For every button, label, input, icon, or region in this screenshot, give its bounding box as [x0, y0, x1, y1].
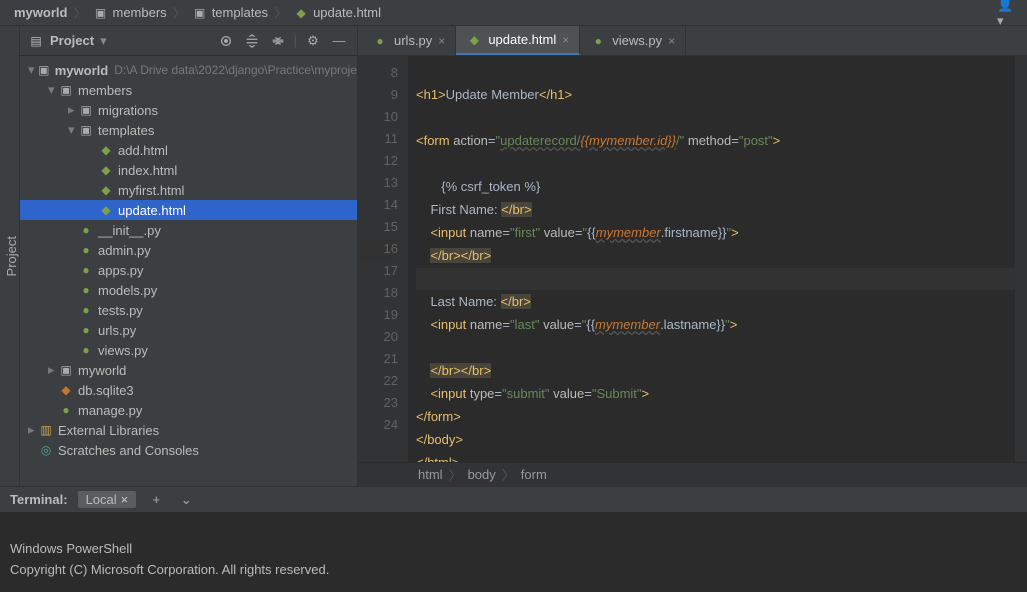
tree-members[interactable]: ▣members: [20, 80, 357, 100]
tree-templates[interactable]: ▣templates: [20, 120, 357, 140]
database-icon: ◆: [58, 383, 74, 397]
crumb-body[interactable]: body: [468, 467, 496, 482]
tree-file-add[interactable]: ◆add.html: [20, 140, 357, 160]
tab-project[interactable]: Project: [4, 236, 19, 276]
chevron-right-icon: 〉: [274, 3, 287, 22]
hide-panel-icon[interactable]: —: [329, 31, 349, 51]
toolwindow-bar: Project Structure: [0, 26, 20, 486]
tree-file-tests[interactable]: ●tests.py: [20, 300, 357, 320]
folder-icon: ▣: [58, 363, 74, 377]
html-icon: ◆: [98, 203, 114, 217]
python-icon: ●: [78, 343, 94, 357]
tree-file-apps[interactable]: ●apps.py: [20, 260, 357, 280]
folder-icon: ▣: [78, 123, 94, 137]
html-icon: ◆: [466, 33, 482, 47]
html-icon: ◆: [98, 183, 114, 197]
breadcrumb-templates[interactable]: ▣ templates: [188, 5, 272, 20]
tree-file-views[interactable]: ●views.py: [20, 340, 357, 360]
python-icon: ●: [78, 263, 94, 277]
select-open-file-icon[interactable]: [216, 31, 236, 51]
python-icon: ●: [78, 303, 94, 317]
tree-file-update[interactable]: ◆update.html: [20, 200, 357, 220]
html-icon: ◆: [98, 163, 114, 177]
project-tree[interactable]: ▣myworldD:\A Drive data\2022\django\Prac…: [20, 56, 357, 486]
project-panel-header: ▤ Project ▾ | ⚙ —: [20, 26, 357, 56]
dropdown-icon[interactable]: ⌄: [176, 490, 196, 510]
html-icon: ◆: [293, 6, 309, 20]
tree-file-admin[interactable]: ●admin.py: [20, 240, 357, 260]
python-icon: ●: [78, 243, 94, 257]
library-icon: ▥: [38, 423, 54, 437]
folder-icon: ▣: [192, 6, 208, 20]
breadcrumb-bar: myworld 〉 ▣ members 〉 ▣ templates 〉 ◆ up…: [0, 0, 1027, 26]
python-icon: ●: [58, 403, 74, 417]
tree-scratches[interactable]: ◎Scratches and Consoles: [20, 440, 357, 460]
gear-icon[interactable]: ⚙: [303, 31, 323, 51]
python-icon: ●: [372, 34, 388, 48]
user-icon[interactable]: 👤▾: [997, 3, 1017, 23]
terminal-output[interactable]: Windows PowerShell Copyright (C) Microso…: [0, 513, 1027, 592]
terminal-label: Terminal:: [10, 492, 68, 507]
breadcrumb-members[interactable]: ▣ members: [88, 5, 170, 20]
folder-icon: ▣: [92, 6, 108, 20]
close-icon[interactable]: ×: [438, 34, 445, 48]
breadcrumb-root[interactable]: myworld: [10, 5, 71, 20]
project-icon: ▤: [28, 34, 44, 48]
code-editor[interactable]: 89101112131415161718192021222324 <h1>Upd…: [358, 56, 1027, 462]
html-icon: ◆: [98, 143, 114, 157]
scratch-icon: ◎: [38, 443, 54, 457]
tree-file-urls[interactable]: ●urls.py: [20, 320, 357, 340]
expand-all-icon[interactable]: [242, 31, 262, 51]
tree-external-libs[interactable]: ▥External Libraries: [20, 420, 357, 440]
python-icon: ●: [78, 323, 94, 337]
tree-root[interactable]: ▣myworldD:\A Drive data\2022\django\Prac…: [20, 60, 357, 80]
folder-icon: ▣: [58, 83, 74, 97]
crumb-form[interactable]: form: [521, 467, 547, 482]
code-content[interactable]: <h1>Update Member</h1> <form action="upd…: [408, 56, 1015, 462]
chevron-right-icon: 〉: [73, 3, 86, 22]
close-icon[interactable]: ×: [562, 33, 569, 47]
error-stripe[interactable]: [1015, 56, 1027, 462]
tab-urls[interactable]: ●urls.py×: [362, 26, 456, 55]
tab-update[interactable]: ◆update.html×: [456, 26, 580, 55]
tree-migrations[interactable]: ▣migrations: [20, 100, 357, 120]
tree-file-manage[interactable]: ●manage.py: [20, 400, 357, 420]
folder-icon: ▣: [78, 103, 94, 117]
tree-file-db[interactable]: ◆db.sqlite3: [20, 380, 357, 400]
editor-tabs: ●urls.py× ◆update.html× ●views.py×: [358, 26, 1027, 56]
project-panel: ▤ Project ▾ | ⚙ — ▣myworldD:\A Drive dat…: [20, 26, 358, 486]
collapse-all-icon[interactable]: [268, 31, 288, 51]
crumb-html[interactable]: html: [418, 467, 443, 482]
python-icon: ●: [78, 283, 94, 297]
tree-pkg-myworld[interactable]: ▣myworld: [20, 360, 357, 380]
tab-views[interactable]: ●views.py×: [580, 26, 686, 55]
chevron-right-icon: 〉: [173, 3, 186, 22]
editor-area: ●urls.py× ◆update.html× ●views.py× 89101…: [358, 26, 1027, 486]
panel-title[interactable]: Project: [50, 33, 94, 48]
breadcrumb-file[interactable]: ◆ update.html: [289, 5, 385, 20]
dropdown-icon[interactable]: ▾: [100, 33, 107, 49]
folder-icon: ▣: [37, 63, 51, 77]
tree-file-index[interactable]: ◆index.html: [20, 160, 357, 180]
add-terminal-icon[interactable]: +: [146, 490, 166, 510]
close-icon[interactable]: ×: [668, 34, 675, 48]
terminal-panel: Terminal: Local × + ⌄ Windows PowerShell…: [0, 486, 1027, 592]
code-breadcrumb: html〉 body〉 form: [358, 462, 1027, 486]
python-icon: ●: [78, 223, 94, 237]
line-gutter: 89101112131415161718192021222324: [358, 56, 408, 462]
tree-file-myfirst[interactable]: ◆myfirst.html: [20, 180, 357, 200]
tree-file-models[interactable]: ●models.py: [20, 280, 357, 300]
close-icon[interactable]: ×: [121, 492, 129, 507]
tree-file-init[interactable]: ●__init__.py: [20, 220, 357, 240]
python-icon: ●: [590, 34, 606, 48]
terminal-tab-local[interactable]: Local ×: [78, 491, 137, 508]
